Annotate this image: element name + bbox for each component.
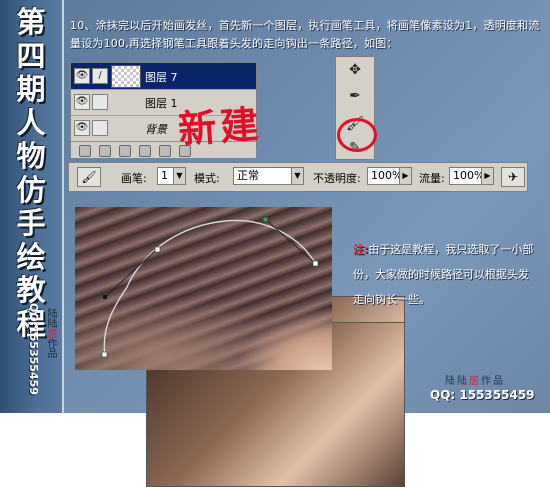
anchor-point[interactable] <box>103 295 107 299</box>
chevron-down-icon[interactable]: ▼ <box>173 167 186 185</box>
pen-tool-icon[interactable]: ✒ <box>345 87 365 105</box>
layer-row[interactable]: 👁 / 图层 7 <box>71 63 256 90</box>
airbrush-icon[interactable]: ✈ <box>501 167 525 187</box>
layer-name: 图层 1 <box>145 97 178 110</box>
link-cell[interactable] <box>92 94 108 110</box>
title-char: 四 <box>16 38 46 73</box>
title-char: 仿 <box>16 172 46 207</box>
tutorial-page: 第 四 期 人 物 仿 手 绘 教 程 QQ:155355459 陆陆居作品 1… <box>0 0 550 487</box>
stamp-text: 陆陆 <box>445 376 469 387</box>
stamp-text: 作品 <box>481 376 505 387</box>
stamp-text: 作品 <box>45 338 56 358</box>
anchor-point[interactable] <box>262 216 269 223</box>
direction-line <box>264 218 316 264</box>
brush-label: 画笔: <box>121 172 147 185</box>
sidebar: 第 四 期 人 物 仿 手 绘 教 程 QQ:155355459 陆陆居作品 <box>0 0 64 413</box>
eye-icon[interactable]: 👁 <box>74 94 90 110</box>
path-curve <box>103 219 316 356</box>
brush-options-bar: 🖌 画笔: 1 ▼ 模式: 正常 ▼ 不透明度: 100% ▶ 流量: 100%… <box>68 162 528 192</box>
title-char: 绘 <box>16 239 46 274</box>
vertical-title: 第 四 期 人 物 仿 手 绘 教 程 <box>6 5 56 341</box>
annotation-new: 新建 <box>176 101 264 152</box>
brush-icon[interactable]: / <box>92 68 108 84</box>
eye-icon[interactable]: 👁 <box>74 68 90 84</box>
anchor-point[interactable] <box>154 246 161 253</box>
sidebar-stamp: 陆陆居作品 <box>44 308 58 358</box>
mask-icon[interactable] <box>119 145 131 157</box>
direction-line <box>104 248 158 298</box>
footer-qq: QQ: 155355459 <box>430 388 535 402</box>
eye-icon[interactable]: 👁 <box>74 120 90 136</box>
anchor-point[interactable] <box>312 260 319 267</box>
layer-name: 图层 7 <box>145 71 178 84</box>
mode-select[interactable]: 正常 <box>233 167 294 185</box>
mode-label: 模式: <box>194 172 220 185</box>
hair-photo <box>75 207 332 370</box>
title-char: 期 <box>16 72 46 106</box>
link-icon[interactable] <box>79 145 91 157</box>
brush-preset-icon[interactable]: 🖌 <box>77 167 101 187</box>
layer-style-icon[interactable] <box>99 145 111 157</box>
note-text: 由于这是教程，我只选取了一小部份，大家做的时候路径可以根据头发走向钩长一些。 <box>353 243 534 306</box>
flow-field[interactable]: 100% <box>449 167 484 185</box>
adjustment-icon[interactable] <box>139 145 151 157</box>
highlight-circle <box>337 118 377 152</box>
note-label: 注: <box>353 243 369 256</box>
chevron-down-icon[interactable]: ▼ <box>291 167 304 185</box>
pen-path <box>101 216 319 358</box>
layer-name: 背景 <box>145 123 167 136</box>
stamp-highlight: 居 <box>45 328 56 338</box>
anchor-point[interactable] <box>101 351 108 358</box>
opacity-label: 不透明度: <box>313 172 361 185</box>
stamp-highlight: 居 <box>469 376 481 387</box>
title-char: 物 <box>16 139 46 173</box>
instruction-text: 10、涂抹完以后开始画发丝，首先新一个图层，执行画笔工具，将画笔像素设为1，透明… <box>70 19 540 50</box>
flow-label: 流量: <box>419 172 445 185</box>
title-char: 手 <box>16 206 46 240</box>
chevron-right-icon[interactable]: ▶ <box>481 167 494 185</box>
footer-stamp: 陆陆居作品 <box>445 372 505 387</box>
note: 注:由于这是教程，我只选取了一小部份，大家做的时候路径可以根据头发走向钩长一些。 <box>353 237 538 312</box>
link-cell[interactable] <box>92 120 108 136</box>
sidebar-qq: QQ:155355459 <box>27 303 40 395</box>
chevron-right-icon[interactable]: ▶ <box>399 167 412 185</box>
title-char: 第 <box>16 5 46 39</box>
move-tool-icon[interactable]: ✥ <box>345 61 365 79</box>
layer-thumbnail <box>111 65 141 88</box>
opacity-field[interactable]: 100% <box>367 167 402 185</box>
folder-icon[interactable] <box>159 145 171 157</box>
title-char: 人 <box>16 105 46 140</box>
stamp-text: 陆陆 <box>45 308 56 328</box>
